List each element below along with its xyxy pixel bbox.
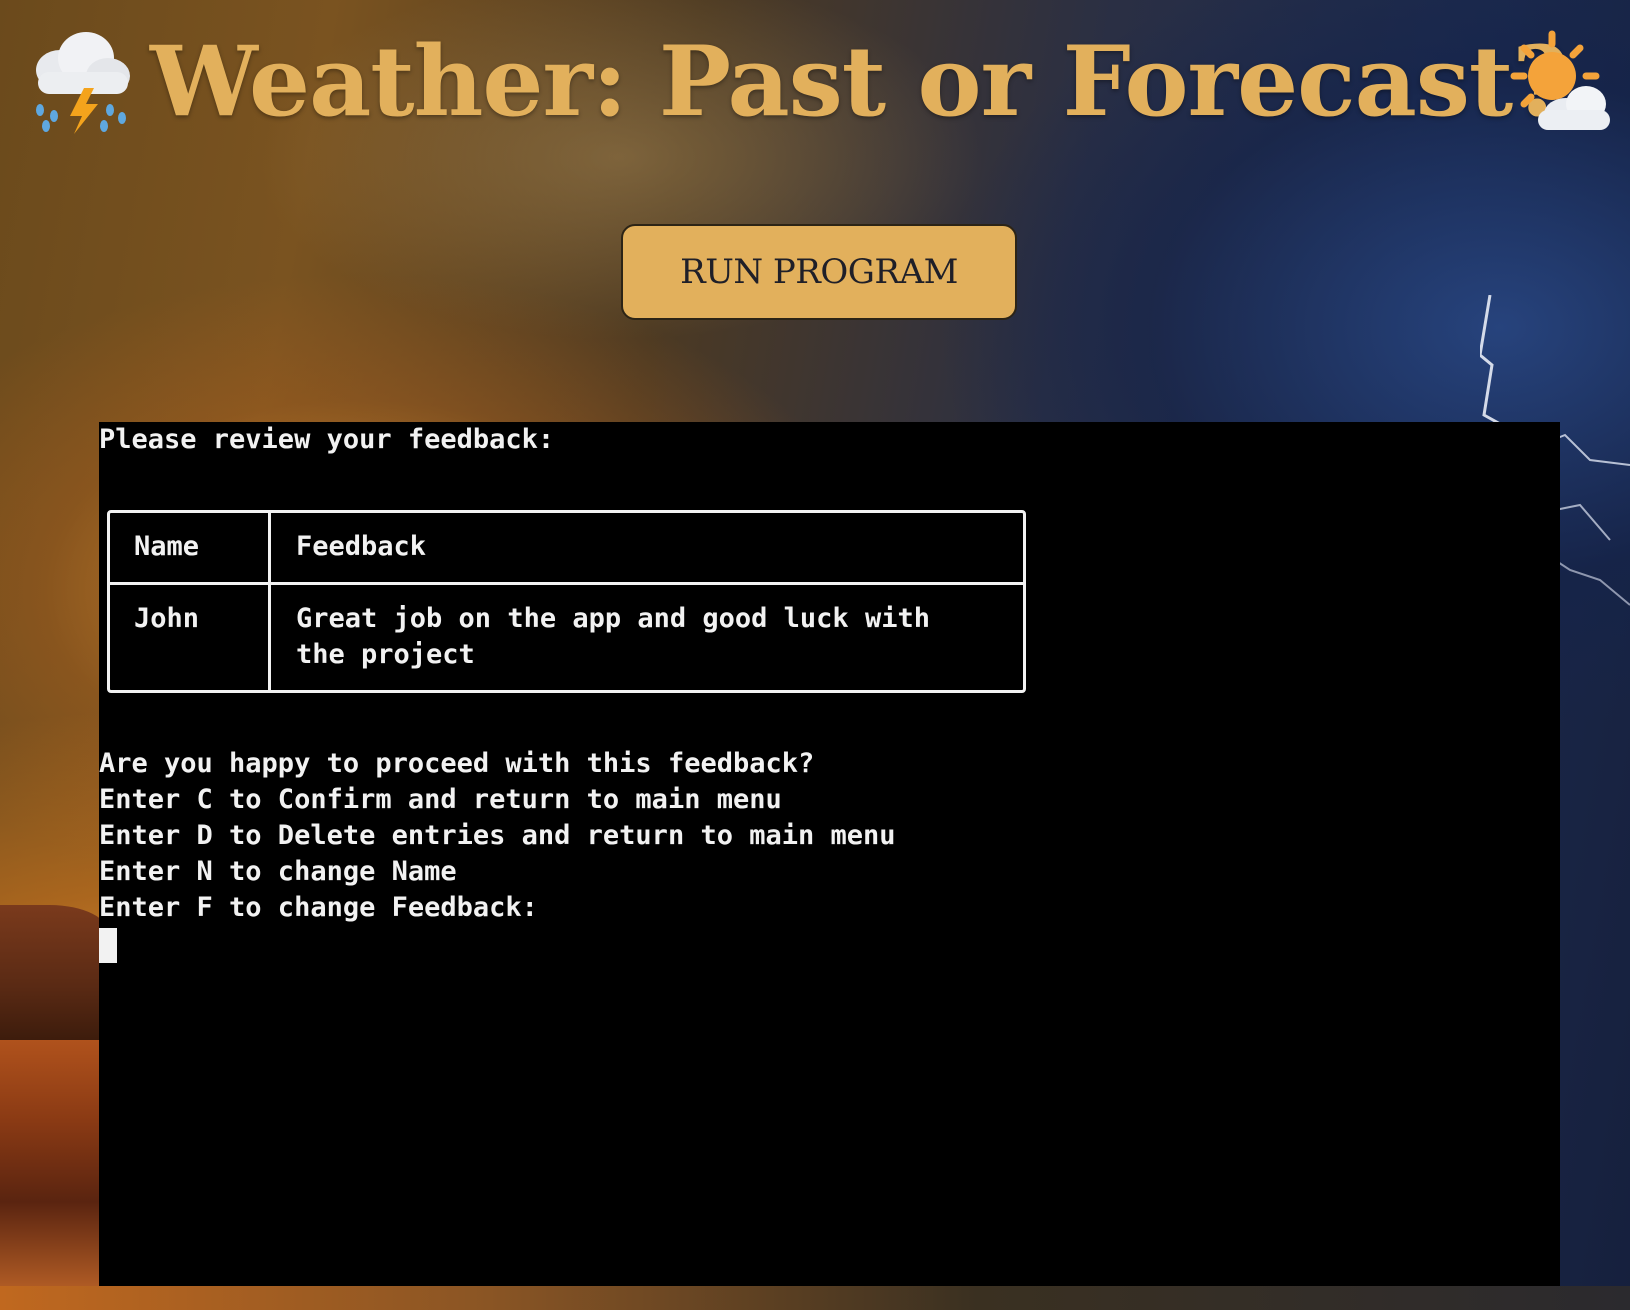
run-program-button[interactable]: RUN PROGRAM <box>621 224 1017 320</box>
sun-behind-cloud-icon <box>1510 30 1610 130</box>
proceed-question: Are you happy to proceed with this feedb… <box>99 748 815 779</box>
background-water <box>0 1040 110 1310</box>
option-delete: Enter D to Delete entries and return to … <box>99 820 896 851</box>
table-column-divider <box>268 513 271 690</box>
table-cell-feedback-line2: the project <box>296 639 475 670</box>
background-island <box>0 905 110 1040</box>
table-header-feedback: Feedback <box>296 531 427 562</box>
background-horizon <box>0 1286 1630 1310</box>
terminal-window[interactable]: Please review your feedback: Name Feedba… <box>99 422 1560 1286</box>
table-cell-name: John <box>134 603 200 634</box>
page-header: Weather: Past or Forecast? <box>0 0 1630 140</box>
page-title: Weather: Past or Forecast? <box>150 25 1568 138</box>
table-header-divider <box>110 582 1023 585</box>
feedback-table: Name Feedback John Great job on the app … <box>107 510 1026 693</box>
review-prompt: Please review your feedback: <box>99 424 555 455</box>
option-change-name: Enter N to change Name <box>99 856 457 887</box>
option-change-feedback: Enter F to change Feedback: <box>99 892 538 923</box>
option-confirm: Enter C to Confirm and return to main me… <box>99 784 782 815</box>
table-header-name: Name <box>134 531 200 562</box>
terminal-cursor[interactable] <box>99 928 117 963</box>
table-cell-feedback-line1: Great job on the app and good luck with <box>296 603 930 634</box>
thunderstorm-icon <box>36 32 130 134</box>
